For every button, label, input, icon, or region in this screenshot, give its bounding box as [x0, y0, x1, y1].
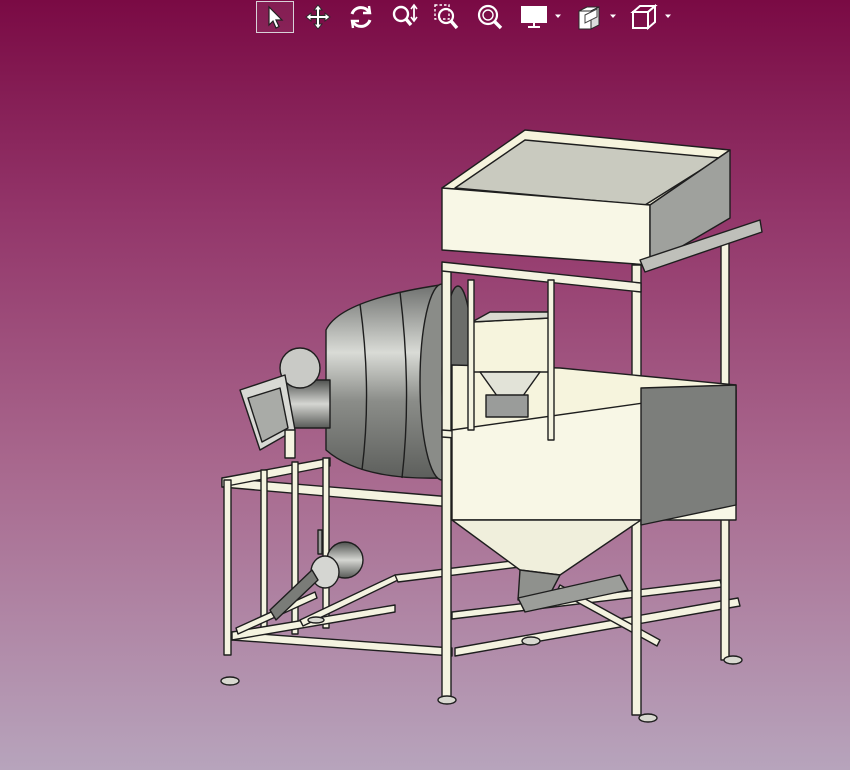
- rotate-tool-button[interactable]: [342, 1, 380, 33]
- zoom-fit-button[interactable]: [471, 1, 509, 33]
- model-render[interactable]: [0, 0, 850, 770]
- upper-hopper: [441, 129, 763, 273]
- chevron-down-icon: [610, 14, 616, 18]
- rotate-icon: [347, 3, 375, 31]
- pump: [269, 529, 364, 621]
- zoom-fit-icon: [476, 3, 504, 31]
- zoom-vertical-button[interactable]: [385, 1, 423, 33]
- select-arrow-icon: [265, 5, 285, 29]
- zoom-vertical-icon: [390, 3, 418, 31]
- feet: [220, 616, 743, 723]
- view-cube-icon: [630, 3, 658, 31]
- section-view-icon: [575, 3, 603, 31]
- select-tool-button[interactable]: [256, 1, 294, 33]
- chevron-down-icon: [665, 14, 671, 18]
- pan-move-icon: [305, 4, 331, 30]
- drive-motor: [239, 347, 331, 459]
- viewer-toolbar: [256, 0, 679, 34]
- 3d-viewport[interactable]: [0, 0, 850, 770]
- section-view-button[interactable]: [569, 1, 619, 33]
- zoom-window-icon: [433, 3, 461, 31]
- zoom-window-button[interactable]: [428, 1, 466, 33]
- display-mode-button[interactable]: [514, 1, 564, 33]
- view-orientation-button[interactable]: [624, 1, 674, 33]
- pan-tool-button[interactable]: [299, 1, 337, 33]
- chevron-down-icon: [555, 14, 561, 18]
- display-mode-icon: [520, 4, 548, 30]
